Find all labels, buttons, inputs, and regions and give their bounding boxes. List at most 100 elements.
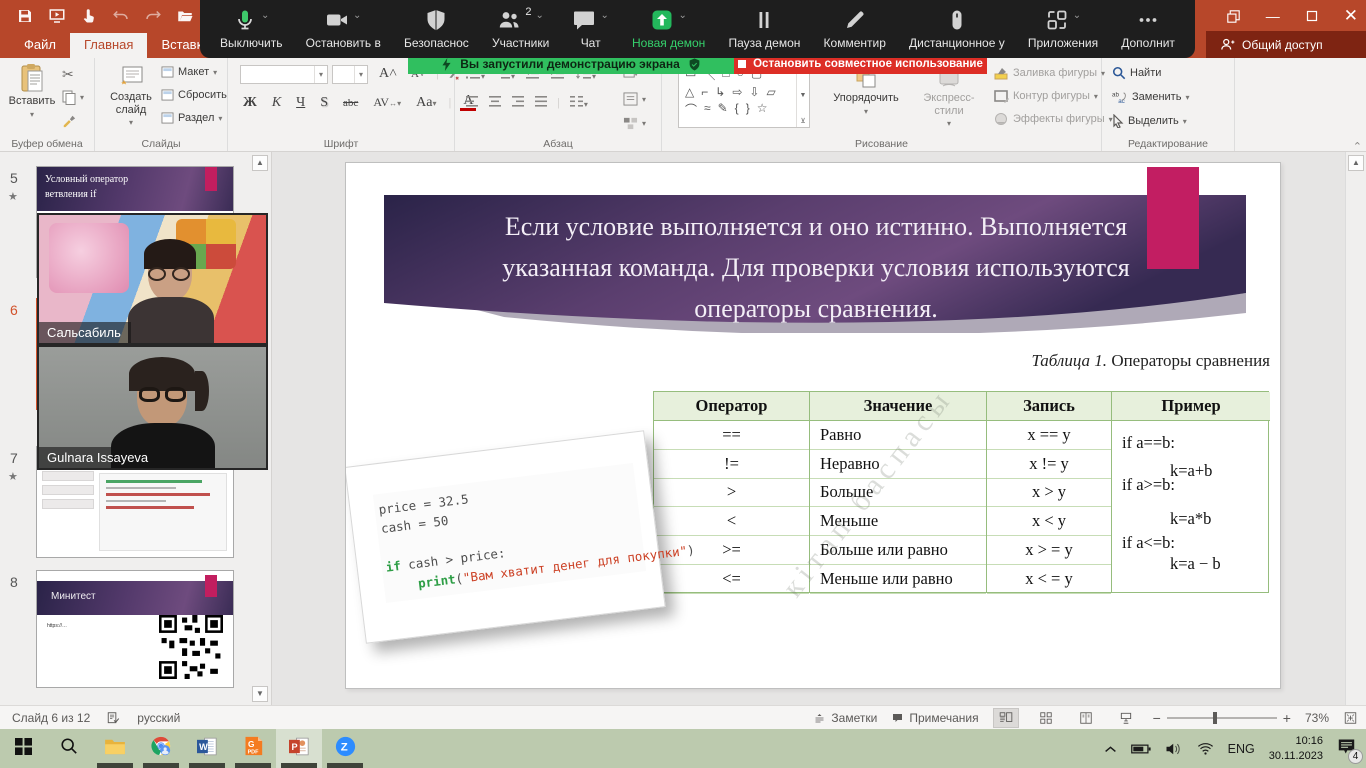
maximize-button[interactable] [1306,10,1318,22]
video-tile-2[interactable]: Gulnara Issayeva [37,345,268,470]
shape-icon[interactable]: ≈ [704,101,711,118]
zoom-in-button[interactable]: + [1283,710,1291,726]
battery-icon[interactable] [1131,743,1151,755]
zoom-mute-button[interactable]: ⌄ Выключить [216,0,286,58]
char-spacing-button[interactable]: AV↔▾ [370,95,404,110]
start-slideshow-icon[interactable] [48,7,66,25]
font-size-input[interactable]: ▾ [332,65,368,84]
shape-outline-button[interactable]: Контур фигуры▾ [994,89,1098,103]
chevron-down-icon[interactable]: ⌄ [1073,10,1081,21]
quick-styles-button[interactable]: Экспресс-стили▾ [914,66,984,128]
code-snippet-image[interactable]: price = 32.5cash = 50 if cash > price: p… [345,430,666,643]
slide-thumbnail-8[interactable]: Минитест https://… [36,570,234,688]
zoom-level[interactable]: 73% [1305,711,1329,725]
taskbar-powerpoint-button[interactable]: P [276,729,322,768]
comparison-operators-table[interactable]: Оператор==!=><>=<=ЗначениеРавноНеравноБо… [653,391,1269,593]
shape-fill-button[interactable]: Заливка фигуры▾ [994,66,1105,80]
notes-button[interactable]: Заметки [813,711,877,725]
zoom-apps-button[interactable]: ⌄ Приложения [1024,0,1102,58]
zoom-out-button[interactable]: − [1153,710,1161,726]
align-left-button[interactable] [465,95,479,110]
zoom-slider-thumb[interactable] [1213,712,1217,724]
chevron-down-icon[interactable]: ⌄ [261,10,269,21]
justify-button[interactable] [534,95,548,110]
touch-mode-icon[interactable] [80,7,98,25]
align-center-button[interactable] [488,95,502,110]
slide-title-text[interactable]: Если условие выполняется и оно истинно. … [416,207,1216,329]
taskbar-zoom-app-button[interactable]: Z [322,729,368,768]
shape-icon[interactable]: ⇨ [732,85,742,99]
shape-effects-button[interactable]: Эффекты фигуры▾ [994,112,1113,126]
zoom-stop-video-button[interactable]: ⌄ Остановить в [302,0,385,58]
canvas-scroll-up[interactable]: ▲ [1348,155,1364,171]
slide-sorter-view-button[interactable] [1033,708,1059,728]
taskbar-start-button[interactable] [0,729,46,768]
popout-icon[interactable] [1227,10,1240,23]
language-indicator[interactable]: русский [137,711,180,725]
wifi-icon[interactable] [1197,742,1214,755]
font-name-input[interactable]: ▾ [240,65,328,84]
font-strike-button[interactable]: abc [340,97,361,109]
close-button[interactable]: ✕ [1344,6,1358,26]
normal-view-button[interactable] [993,708,1019,728]
slideshow-view-button[interactable] [1113,708,1139,728]
font-underline-button[interactable]: Ч [293,95,308,111]
select-button[interactable]: Выделить▾ [1112,114,1187,128]
taskbar-explorer-button[interactable] [92,729,138,768]
zoom-security-button[interactable]: Безопаснос [400,0,473,58]
shapes-gallery-scroll[interactable]: ▲▼⊻ [796,65,809,127]
scroll-up-button[interactable]: ▲ [252,155,268,171]
zoom-pause-share-button[interactable]: Пауза демон [724,0,804,58]
share-access-button[interactable]: Общий доступ [1206,31,1366,58]
zoom-remote-control-button[interactable]: Дистанционное у [905,0,1009,58]
chevron-down-icon[interactable]: ⌄ [678,10,686,21]
notification-center-button[interactable]: 4 [1337,738,1356,760]
paste-button[interactable]: Вставить▾ [6,63,58,119]
shape-icon[interactable]: { [735,101,739,118]
columns-button[interactable]: ▾ [569,95,588,110]
font-italic-button[interactable]: К [269,95,284,111]
video-tile-1[interactable]: Сальсабиль [37,213,268,345]
tab-Главная[interactable]: Главная [70,33,147,58]
align-right-button[interactable] [511,95,525,110]
shape-icon[interactable]: ↳ [715,85,725,99]
zoom-slider[interactable]: − + [1153,710,1291,726]
shape-icon[interactable]: ☆ [757,101,768,118]
chevron-down-icon[interactable]: ⌄ [536,10,544,21]
taskbar-search-button[interactable] [46,729,92,768]
save-icon[interactable] [16,7,34,25]
open-folder-icon[interactable] [176,7,194,25]
clock[interactable]: 10:16 30.11.2023 [1269,734,1323,763]
tab-Файл[interactable]: Файл [10,33,70,58]
taskbar-word-button[interactable]: W [184,729,230,768]
change-case-button[interactable]: Aa▾ [413,95,439,111]
font-shadow-button[interactable]: S [317,95,331,111]
cut-button[interactable]: ✂ [62,66,74,83]
reading-view-button[interactable] [1073,708,1099,728]
scroll-down-button[interactable]: ▼ [252,686,268,702]
shape-icon[interactable]: △ [685,85,694,99]
shape-icon[interactable]: ⌒ [685,101,697,118]
volume-icon[interactable] [1165,742,1183,756]
chevron-down-icon[interactable]: ⌄ [353,10,361,21]
zoom-participants-button[interactable]: 2 ⌄ Участники [488,0,553,58]
spellcheck-icon[interactable] [106,711,121,725]
copy-button[interactable]: ▾ [62,90,84,105]
reset-button[interactable]: Сбросить [161,89,227,101]
tray-expand-icon[interactable] [1104,744,1117,754]
find-button[interactable]: Найти [1112,66,1161,80]
chevron-down-icon[interactable]: ⌄ [600,10,608,21]
layout-button[interactable]: Макет▾ [161,66,217,78]
redo-icon[interactable] [144,7,162,25]
format-painter-button[interactable] [62,114,76,128]
shape-icon[interactable]: ⌐ [701,85,708,99]
align-text-button[interactable]: ▾ [623,92,646,106]
comments-button[interactable]: Примечания [891,711,978,725]
replace-button[interactable]: abacЗаменить▾ [1112,90,1189,104]
new-slide-button[interactable]: Создать слайд▾ [103,63,159,127]
zoom-more-button[interactable]: Дополнит [1117,0,1179,58]
zoom-new-share-button[interactable]: ⌄ Новая демон [628,0,709,58]
section-button[interactable]: Раздел▾ [161,112,222,124]
undo-icon[interactable] [112,7,130,25]
shape-icon[interactable]: ✎ [718,101,728,118]
